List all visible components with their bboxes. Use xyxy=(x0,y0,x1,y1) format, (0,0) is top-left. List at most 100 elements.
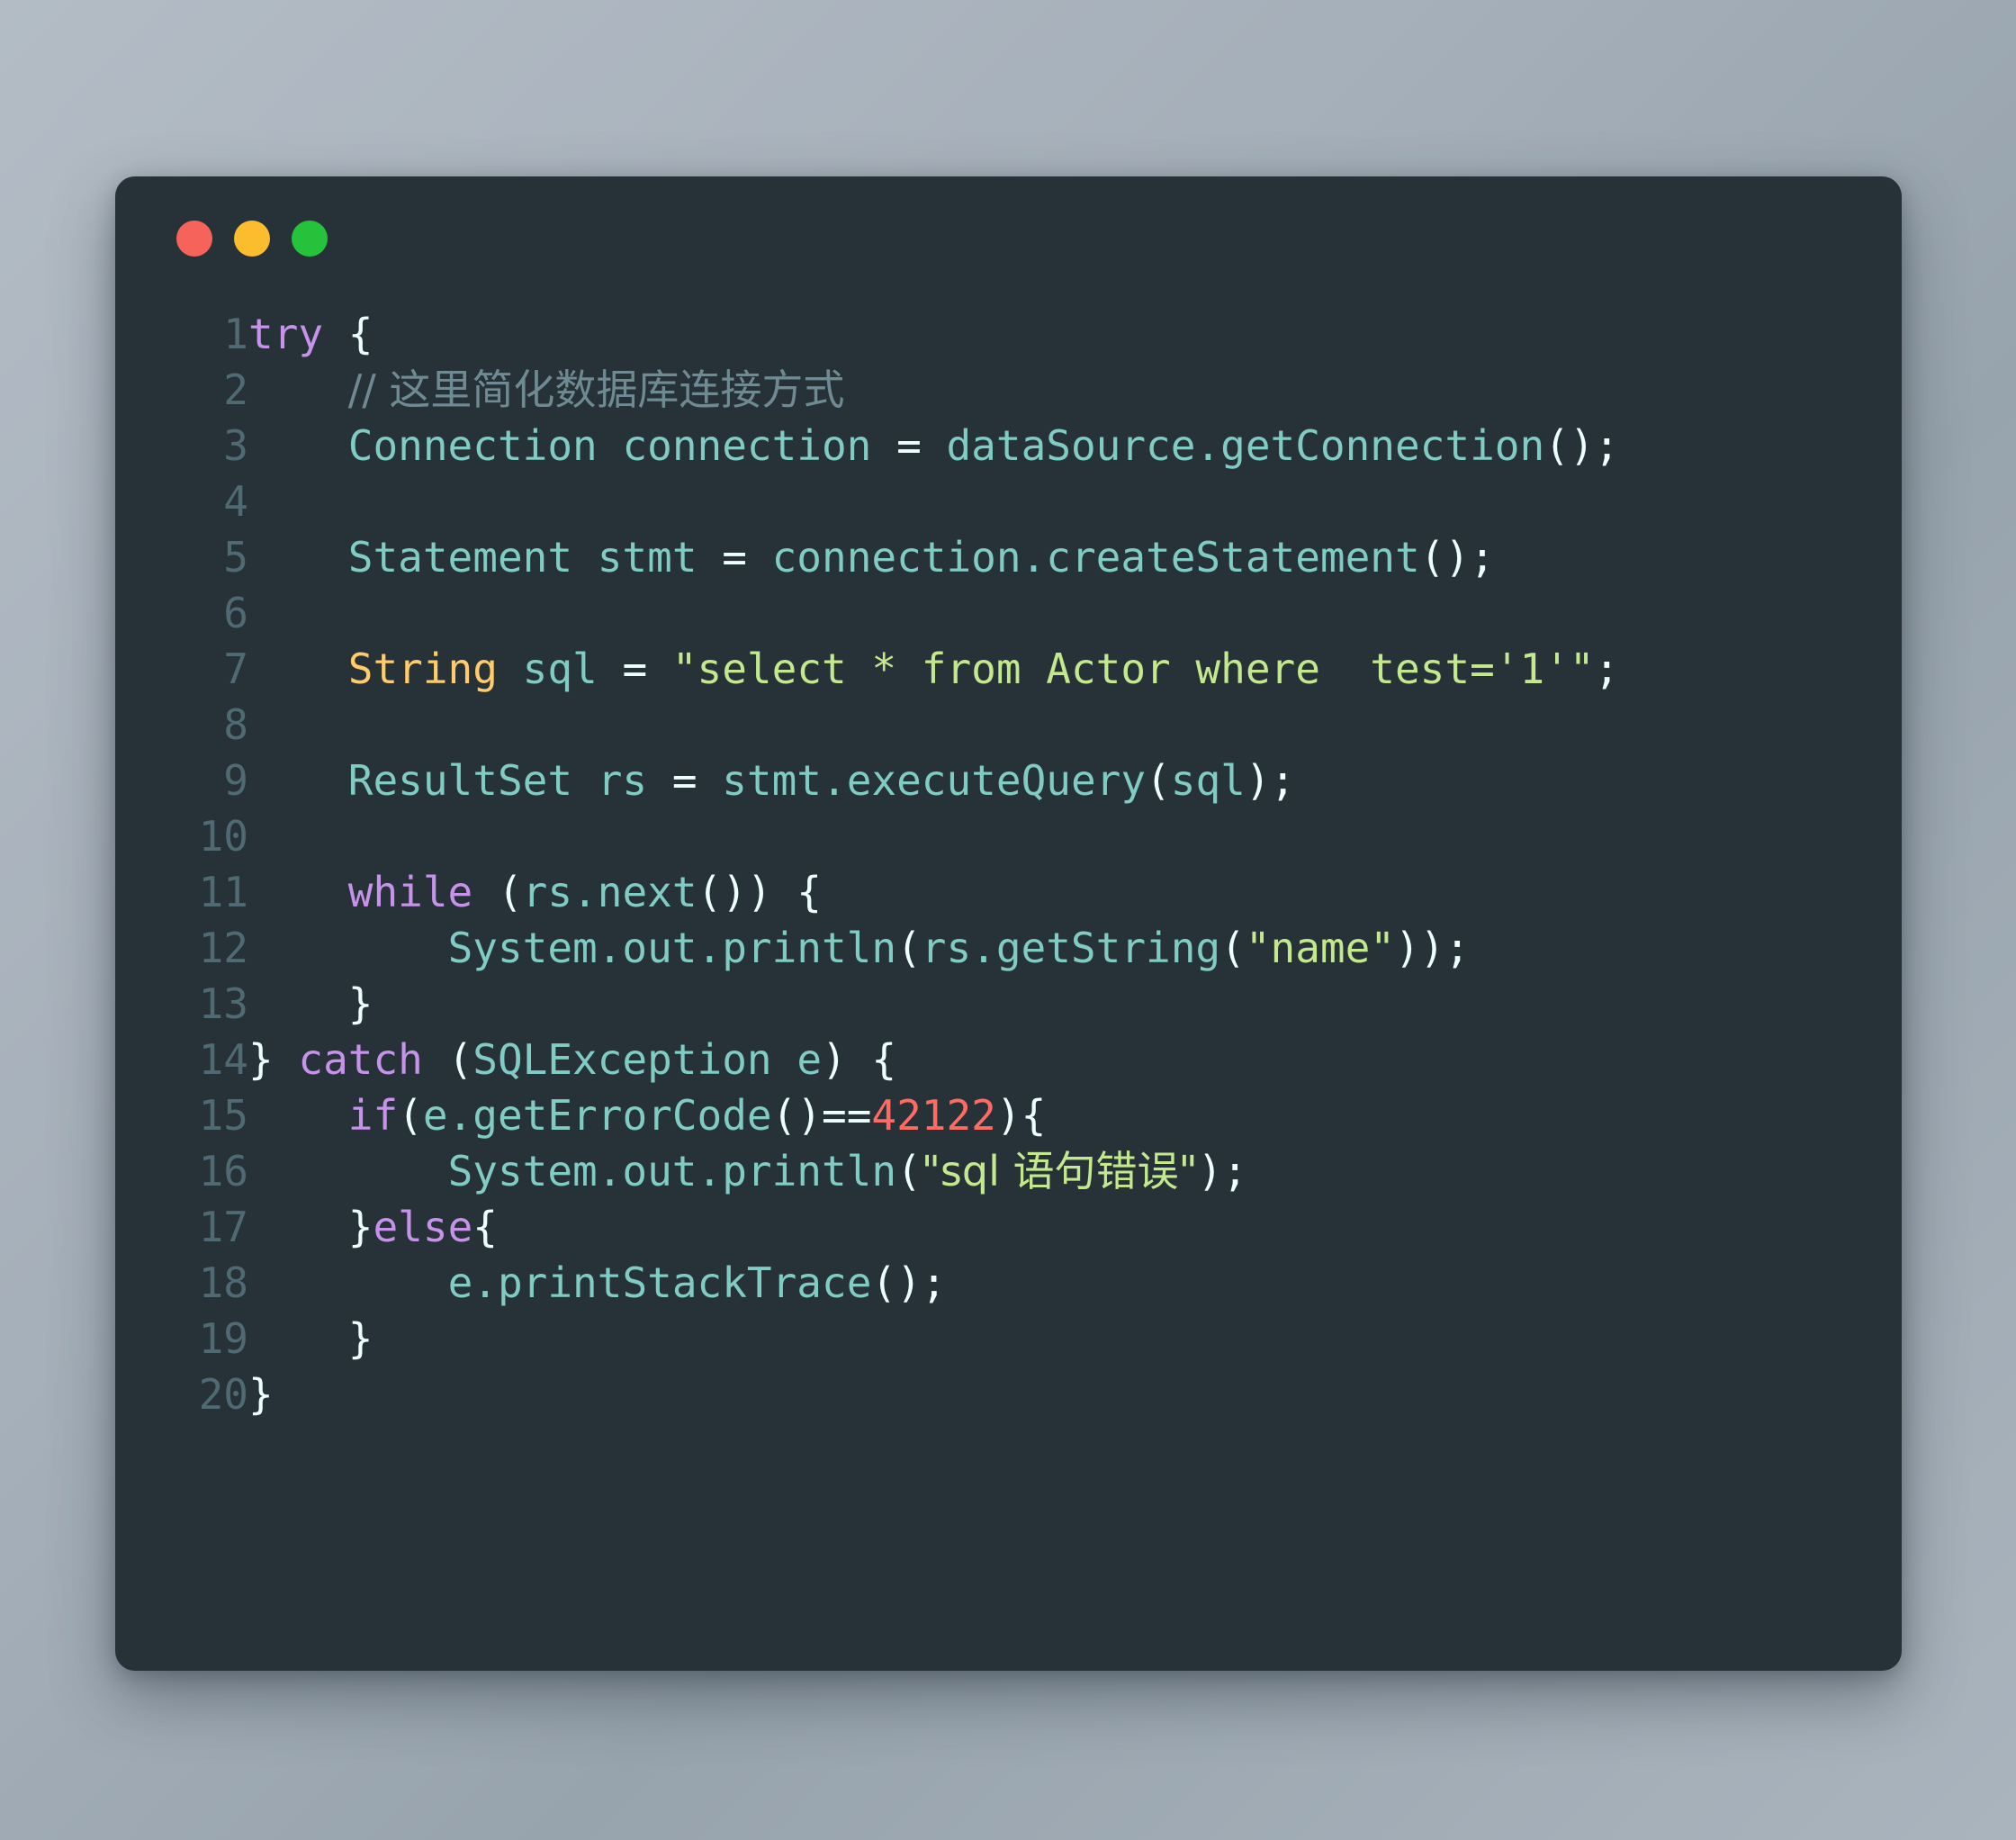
code-line: 4 xyxy=(151,474,1619,529)
token-dot: . xyxy=(1195,421,1221,470)
line-content[interactable]: Connection connection = dataSource.getCo… xyxy=(248,418,1619,474)
token-type: Statement xyxy=(347,533,573,582)
line-number: 8 xyxy=(223,700,248,749)
line-content[interactable]: // 这里简化数据库连接方式 xyxy=(248,362,1619,418)
token-variable: stmt xyxy=(597,533,698,582)
token-number: 42122 xyxy=(871,1091,996,1140)
token-dot: . xyxy=(822,756,847,805)
code-line: 14 } catch (SQLException e) { xyxy=(151,1032,1619,1087)
line-number: 9 xyxy=(223,756,248,805)
line-number: 6 xyxy=(223,589,248,637)
line-content[interactable]: } xyxy=(248,976,1619,1032)
token-variable: sql xyxy=(522,645,598,693)
token-method: next xyxy=(597,868,698,916)
line-number: 10 xyxy=(198,812,248,861)
line-number: 1 xyxy=(223,310,248,358)
line-number: 5 xyxy=(223,533,248,582)
line-content[interactable] xyxy=(248,697,1619,753)
line-content[interactable]: Statement stmt = connection.createStatem… xyxy=(248,529,1619,585)
code-line: 7 String sql = "select * from Actor wher… xyxy=(151,641,1619,697)
line-content[interactable]: } catch (SQLException e) { xyxy=(248,1032,1619,1087)
code-line: 17 }else{ xyxy=(151,1199,1619,1255)
token-punctuation: (); xyxy=(871,1258,947,1307)
code-line: 15 if(e.getErrorCode()==42122){ xyxy=(151,1087,1619,1143)
line-content[interactable]: System.out.println(rs.getString("name"))… xyxy=(248,920,1619,976)
token-punctuation: (); xyxy=(1544,421,1620,470)
line-number: 2 xyxy=(223,365,248,414)
window-titlebar xyxy=(151,218,1866,259)
code-line: 12 System.out.println(rs.getString("name… xyxy=(151,920,1619,976)
line-content[interactable]: } xyxy=(248,1366,1619,1422)
code-line: 5 Statement stmt = connection.createStat… xyxy=(151,529,1619,585)
token-keyword: try xyxy=(248,310,324,358)
token-punctuation: ){ xyxy=(995,1091,1047,1140)
token-object: connection xyxy=(771,533,1022,582)
code-window: 1 try { 2 // 这里简化数据库连接方式 3 Connection co… xyxy=(115,176,1902,1671)
token-object: System.out.println xyxy=(447,924,897,972)
maximize-button[interactable] xyxy=(292,221,328,257)
line-number: 16 xyxy=(198,1147,248,1195)
token-method: printStackTrace xyxy=(497,1258,872,1307)
line-content[interactable]: } xyxy=(248,1311,1619,1366)
token-dot: . xyxy=(472,1258,498,1307)
token-brace: } xyxy=(347,1203,374,1251)
code-line: 20 } xyxy=(151,1366,1619,1422)
token-paren-open: ( xyxy=(398,1091,423,1140)
line-content[interactable]: e.printStackTrace(); xyxy=(248,1255,1619,1311)
token-punctuation: (); xyxy=(1419,533,1495,582)
minimize-button[interactable] xyxy=(234,221,270,257)
line-content[interactable] xyxy=(248,808,1619,864)
code-line: 3 Connection connection = dataSource.get… xyxy=(151,418,1619,474)
token-method: getConnection xyxy=(1220,421,1545,470)
line-number: 20 xyxy=(198,1370,248,1419)
line-content[interactable] xyxy=(248,474,1619,529)
token-punctuation: ) { xyxy=(822,1035,897,1084)
line-number: 12 xyxy=(198,924,248,972)
line-number: 4 xyxy=(223,477,248,526)
token-punctuation: ); xyxy=(1245,756,1296,805)
token-string: "select * from Actor where test='1'" xyxy=(671,645,1595,693)
token-brace: } xyxy=(347,1314,374,1363)
line-content[interactable] xyxy=(248,585,1619,641)
code-lines-table: 1 try { 2 // 这里简化数据库连接方式 3 Connection co… xyxy=(151,306,1620,1422)
token-punctuation: ()) { xyxy=(697,868,823,916)
line-content[interactable]: System.out.println("sql 语句错误"); xyxy=(248,1143,1619,1199)
token-dot: . xyxy=(447,1091,473,1140)
token-punctuation: ; xyxy=(1594,645,1620,693)
token-type: Connection xyxy=(347,421,598,470)
close-button[interactable] xyxy=(176,221,212,257)
token-operator: = xyxy=(871,421,947,470)
code-line: 18 e.printStackTrace(); xyxy=(151,1255,1619,1311)
code-line: 19 } xyxy=(151,1311,1619,1366)
line-number: 17 xyxy=(198,1203,248,1251)
code-line: 9 ResultSet rs = stmt.executeQuery(sql); xyxy=(151,753,1619,808)
line-number: 11 xyxy=(198,868,248,916)
token-operator: = xyxy=(597,645,672,693)
token-punctuation: { xyxy=(323,310,374,358)
token-keyword: while xyxy=(347,868,473,916)
token-keyword: catch xyxy=(298,1035,423,1084)
token-paren-open: ( xyxy=(422,1035,473,1084)
line-content[interactable]: if(e.getErrorCode()==42122){ xyxy=(248,1087,1619,1143)
line-content[interactable]: try { xyxy=(248,306,1619,362)
line-content[interactable]: while (rs.next()) { xyxy=(248,864,1619,920)
code-line: 1 try { xyxy=(151,306,1619,362)
token-paren-open: ( xyxy=(1146,756,1171,805)
line-content[interactable]: String sql = "select * from Actor where … xyxy=(248,641,1619,697)
line-content[interactable]: ResultSet rs = stmt.executeQuery(sql); xyxy=(248,753,1619,808)
token-string: "sql 语句错误" xyxy=(921,1147,1198,1195)
token-keyword: else xyxy=(373,1203,473,1251)
code-editor[interactable]: 1 try { 2 // 这里简化数据库连接方式 3 Connection co… xyxy=(151,306,1866,1635)
code-line: 6 xyxy=(151,585,1619,641)
line-content[interactable]: }else{ xyxy=(248,1199,1619,1255)
token-variable: rs xyxy=(597,756,648,805)
token-operator: = xyxy=(647,756,723,805)
token-variable: e xyxy=(796,1035,823,1084)
token-variable: connection xyxy=(622,421,872,470)
token-paren-open: ( xyxy=(1220,924,1246,972)
token-brace: { xyxy=(472,1203,498,1251)
token-object: rs xyxy=(522,868,573,916)
line-number: 18 xyxy=(198,1258,248,1307)
code-line: 11 while (rs.next()) { xyxy=(151,864,1619,920)
token-brace: } xyxy=(347,979,374,1028)
